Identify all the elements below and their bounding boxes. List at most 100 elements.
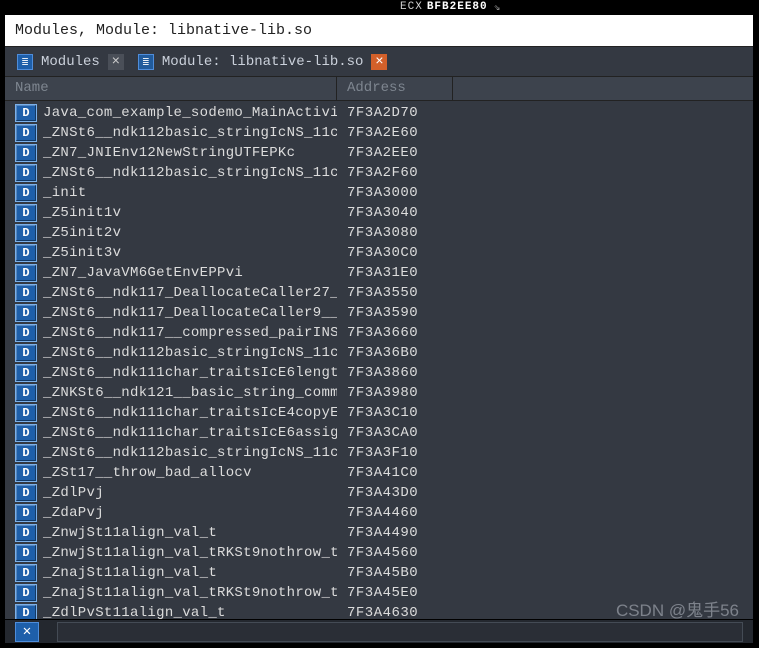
tab-bar: ≣ Modules × ≣ Module: libnative-lib.so × [5, 47, 753, 77]
symbol-name: _ZnwjSt11align_val_tRKSt9nothrow_t [37, 545, 337, 561]
table-row[interactable]: D_ZNSt6__ndk112basic_stringIcNS_11ch…7F3… [5, 343, 753, 363]
d-badge: D [15, 364, 37, 382]
symbol-address: 7F3A3000 [337, 185, 453, 201]
symbol-name: _ZnwjSt11align_val_t [37, 525, 337, 541]
symbol-address: 7F3A43D0 [337, 485, 453, 501]
symbol-address: 7F3A3C10 [337, 405, 453, 421]
close-icon[interactable]: × [371, 54, 387, 70]
table-row[interactable]: D_ZdaPvj7F3A4460 [5, 503, 753, 523]
table-row[interactable]: D_ZN7_JavaVM6GetEnvEPPvi7F3A31E0 [5, 263, 753, 283]
table-row[interactable]: D_Z5init1v7F3A3040 [5, 203, 753, 223]
table-header: Name Address [5, 77, 753, 101]
symbol-name: _ZdaPvj [37, 505, 337, 521]
symbol-table[interactable]: DJava_com_example_sodemo_MainActivit…7F3… [5, 103, 753, 619]
table-row[interactable]: D_ZNSt6__ndk112basic_stringIcNS_11ch…7F3… [5, 443, 753, 463]
symbol-name: _ZnajSt11align_val_tRKSt9nothrow_t [37, 585, 337, 601]
symbol-name: _ZNSt6__ndk117__compressed_pairINS_… [37, 325, 337, 341]
command-input[interactable] [57, 622, 743, 642]
symbol-address: 7F3A45B0 [337, 565, 453, 581]
symbol-name: Java_com_example_sodemo_MainActivit… [37, 105, 337, 121]
table-row[interactable]: D_ZnajSt11align_val_tRKSt9nothrow_t7F3A4… [5, 583, 753, 603]
symbol-name: _Z5init3v [37, 245, 337, 261]
d-badge: D [15, 564, 37, 582]
symbol-name: _ZNSt6__ndk112basic_stringIcNS_11ch… [37, 445, 337, 461]
d-badge: D [15, 224, 37, 242]
arrow-icon: ⇘ [494, 0, 502, 14]
symbol-name: _ZNSt6__ndk111char_traitsIcE6length… [37, 365, 337, 381]
d-badge: D [15, 164, 37, 182]
d-badge: D [15, 604, 37, 619]
table-row[interactable]: D_Z5init3v7F3A30C0 [5, 243, 753, 263]
table-row[interactable]: D_ZdlPvj7F3A43D0 [5, 483, 753, 503]
table-row[interactable]: D_ZNSt6__ndk117__compressed_pairINS_…7F3… [5, 323, 753, 343]
d-badge: D [15, 244, 37, 262]
d-badge: D [15, 284, 37, 302]
d-badge: D [15, 464, 37, 482]
symbol-name: _ZNSt6__ndk117_DeallocateCaller27__… [37, 285, 337, 301]
symbol-address: 7F3A4460 [337, 505, 453, 521]
header-address[interactable]: Address [337, 77, 453, 100]
tab-modules[interactable]: ≣ Modules × [17, 54, 124, 70]
close-icon[interactable]: × [108, 54, 124, 70]
tab-label: Module: libnative-lib.so [162, 54, 364, 70]
table-row[interactable]: D_init7F3A3000 [5, 183, 753, 203]
table-row[interactable]: D_ZN7_JNIEnv12NewStringUTFEPKc7F3A2EE0 [5, 143, 753, 163]
symbol-address: 7F3A4490 [337, 525, 453, 541]
d-badge: D [15, 404, 37, 422]
d-badge: D [15, 504, 37, 522]
symbol-name: _ZSt17__throw_bad_allocv [37, 465, 337, 481]
table-row[interactable]: D_ZnajSt11align_val_t7F3A45B0 [5, 563, 753, 583]
symbol-name: _init [37, 185, 337, 201]
table-row[interactable]: D_ZNSt6__ndk117_DeallocateCaller9__d…7F3… [5, 303, 753, 323]
table-row[interactable]: D_ZNSt6__ndk112basic_stringIcNS_11ch…7F3… [5, 163, 753, 183]
d-badge: D [15, 104, 37, 122]
symbol-name: _ZdlPvSt11align_val_t [37, 605, 337, 619]
d-badge: D [15, 444, 37, 462]
symbol-name: _ZNKSt6__ndk121__basic_string_commo… [37, 385, 337, 401]
symbol-address: 7F3A2F60 [337, 165, 453, 181]
d-badge: D [15, 304, 37, 322]
symbol-address: 7F3A3980 [337, 385, 453, 401]
symbol-name: _ZNSt6__ndk111char_traitsIcE4copyEP… [37, 405, 337, 421]
table-row[interactable]: D_ZdlPvSt11align_val_t7F3A4630 [5, 603, 753, 619]
window-title[interactable]: Modules, Module: libnative-lib.so [5, 15, 753, 47]
symbol-name: _Z5init1v [37, 205, 337, 221]
table-row[interactable]: D_ZNSt6__ndk117_DeallocateCaller27__…7F3… [5, 283, 753, 303]
table-row[interactable]: D_ZSt17__throw_bad_allocv7F3A41C0 [5, 463, 753, 483]
symbol-address: 7F3A4560 [337, 545, 453, 561]
register-value: BFB2EE80 [427, 1, 488, 13]
table-row[interactable]: D_Z5init2v7F3A3080 [5, 223, 753, 243]
symbol-name: _ZNSt6__ndk112basic_stringIcNS_11ch… [37, 125, 337, 141]
symbol-address: 7F3A3860 [337, 365, 453, 381]
window-title-text: Modules, Module: libnative-lib.so [15, 22, 312, 39]
symbol-name: _ZdlPvj [37, 485, 337, 501]
table-row[interactable]: DJava_com_example_sodemo_MainActivit…7F3… [5, 103, 753, 123]
d-badge: D [15, 144, 37, 162]
table-row[interactable]: D_ZNSt6__ndk111char_traitsIcE4copyEP…7F3… [5, 403, 753, 423]
d-badge: D [15, 264, 37, 282]
symbol-name: _ZN7_JNIEnv12NewStringUTFEPKc [37, 145, 337, 161]
symbol-address: 7F3A2E60 [337, 125, 453, 141]
table-row[interactable]: D_ZNSt6__ndk111char_traitsIcE6assign…7F3… [5, 423, 753, 443]
symbol-address: 7F3A31E0 [337, 265, 453, 281]
table-row[interactable]: D_ZNKSt6__ndk121__basic_string_commo…7F3… [5, 383, 753, 403]
symbol-address: 7F3A4630 [337, 605, 453, 619]
symbol-address: 7F3A3CA0 [337, 425, 453, 441]
symbol-address: 7F3A2EE0 [337, 145, 453, 161]
list-icon: ≣ [17, 54, 33, 70]
d-badge: D [15, 384, 37, 402]
table-row[interactable]: D_ZNSt6__ndk111char_traitsIcE6length…7F3… [5, 363, 753, 383]
table-row[interactable]: D_ZNSt6__ndk112basic_stringIcNS_11ch…7F3… [5, 123, 753, 143]
register-strip: ECX BFB2EE80 ⇘ [0, 0, 759, 13]
list-icon: ≣ [138, 54, 154, 70]
close-icon[interactable]: ✕ [15, 622, 39, 642]
symbol-address: 7F3A3590 [337, 305, 453, 321]
d-badge: D [15, 524, 37, 542]
symbol-address: 7F3A3080 [337, 225, 453, 241]
table-row[interactable]: D_ZnwjSt11align_val_t7F3A4490 [5, 523, 753, 543]
tab-module-current[interactable]: ≣ Module: libnative-lib.so × [138, 54, 388, 70]
symbol-address: 7F3A30C0 [337, 245, 453, 261]
header-name[interactable]: Name [5, 77, 337, 100]
table-row[interactable]: D_ZnwjSt11align_val_tRKSt9nothrow_t7F3A4… [5, 543, 753, 563]
d-badge: D [15, 544, 37, 562]
